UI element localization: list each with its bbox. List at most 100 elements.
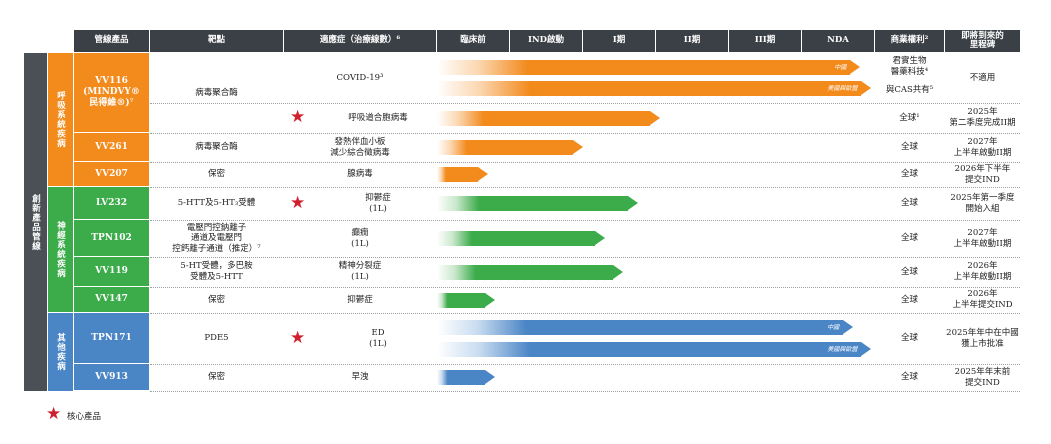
progress-bar <box>437 167 489 182</box>
commercial-rights: 全球 <box>900 142 918 153</box>
indication: 癲癇 (1L) <box>351 227 369 249</box>
indication: 抑鬱症 <box>347 294 373 305</box>
progress-bar-fill <box>437 196 628 211</box>
milestone: 2025年 第二季度完成II期 <box>949 107 1016 128</box>
progress-arrow-icon <box>594 231 605 245</box>
header-ind: IND啟動 <box>510 30 582 52</box>
header-preclinical: 臨床前 <box>437 30 509 52</box>
milestone: 2025年年中在中國 獲上市批准 <box>946 327 1019 349</box>
group-label-respiratory: 呼吸系統疾病 <box>48 53 73 186</box>
progress-bar-fill <box>437 231 595 246</box>
progress-arrow-icon <box>843 320 854 335</box>
progress-bar <box>437 140 583 155</box>
progress-bar-fill <box>437 320 844 336</box>
core-product-star-icon: ★ <box>290 192 306 213</box>
header-phase2: II期 <box>656 30 728 52</box>
milestone: 2026年 上半年啟動II期 <box>953 261 1012 282</box>
product-name: TPN171 <box>74 313 149 364</box>
progress-arrow-icon <box>861 341 872 356</box>
product-name: VV261 <box>74 133 149 162</box>
target: 病毒聚合酶 <box>195 142 238 153</box>
header-nda: NDA <box>802 30 874 52</box>
milestone: 2025年年末前 提交IND <box>954 366 1011 388</box>
core-product-star-icon: ★ <box>290 107 306 127</box>
progress-bar <box>437 110 660 126</box>
commercial-rights: 全球 <box>900 372 918 383</box>
header-phase3: III期 <box>729 30 801 52</box>
milestone: 2027年 上半年啟動II期 <box>953 227 1012 249</box>
row-divider <box>150 391 1020 392</box>
progress-bar: 美國與歐盟 <box>437 341 872 357</box>
product-name: VV116 (MINDVY® 民得維®)⁷ <box>74 53 149 133</box>
indication: 呼吸道合胞病毒 <box>348 112 408 123</box>
progress-arrow-icon <box>861 81 872 95</box>
product-name: VV119 <box>74 257 149 287</box>
progress-arrow-icon <box>850 60 861 74</box>
progress-bar-fill <box>437 60 851 75</box>
commercial-rights: 君實生物 醫藥科技⁴ <box>890 56 929 77</box>
commercial-rights: 全球 <box>900 333 918 344</box>
progress-bar-label: 中國 <box>834 64 847 71</box>
group-label-other: 其他疾病 <box>48 313 73 391</box>
product-name: VV913 <box>74 364 149 391</box>
milestone: 2027年 上半年啟動II期 <box>953 136 1012 158</box>
milestone: 2026年下半年 提交IND <box>954 163 1011 185</box>
progress-arrow-icon <box>485 370 496 384</box>
header-milestone: 即將到來的 里程碑 <box>945 30 1020 52</box>
progress-arrow-icon <box>649 110 660 125</box>
progress-bar-fill <box>437 341 862 357</box>
target: 電壓門控鈉離子 通道及電壓門 控鈣離子通道（推定）⁷ <box>172 222 261 254</box>
indication: COVID-19³ <box>336 72 384 83</box>
header-phase1: I期 <box>583 30 655 52</box>
commercial-rights: 與CAS共有⁵ <box>885 84 934 95</box>
target: 保密 <box>207 372 225 383</box>
header-target: 靶點 <box>150 30 283 52</box>
progress-bar: 中國 <box>437 60 861 75</box>
product-name: LV232 <box>74 187 149 220</box>
progress-bar <box>437 264 624 280</box>
target: 5-HTT及5-HT₃受體 <box>177 198 256 209</box>
progress-bar: 中國 <box>437 320 854 336</box>
product-name: VV207 <box>74 162 149 187</box>
indication: 發熱伴血小板 減少綜合徵病毒 <box>330 136 390 158</box>
progress-bar-fill <box>437 370 486 385</box>
progress-arrow-icon <box>478 167 489 181</box>
target: 5-HT受體，多巴胺 受體及5-HTT <box>180 261 253 282</box>
progress-bar-fill <box>437 140 573 155</box>
progress-bar <box>437 196 638 211</box>
indication: 腺病毒 <box>347 169 373 180</box>
progress-bar-fill <box>437 110 650 126</box>
progress-bar-fill <box>437 167 479 182</box>
milestone: 不適用 <box>969 72 996 83</box>
product-name: TPN102 <box>74 220 149 257</box>
progress-bar-label: 美國與歐盟 <box>827 85 858 92</box>
commercial-rights: 全球 <box>900 233 918 244</box>
indication: 精神分裂症 (1L) <box>338 261 382 282</box>
progress-arrow-icon <box>627 196 638 210</box>
progress-bar-fill <box>437 81 862 96</box>
progress-bar <box>437 292 496 308</box>
progress-bar-fill <box>437 292 486 308</box>
group-label-neuro: 神經系統疾病 <box>48 187 73 312</box>
core-product-star-icon: ★ <box>290 327 306 348</box>
product-name: VV147 <box>74 287 149 313</box>
progress-arrow-icon <box>485 292 496 307</box>
target: 病毒聚合酶 <box>195 87 238 98</box>
legend-label: 核心產品 <box>67 412 102 422</box>
progress-arrow-icon <box>613 264 624 279</box>
progress-bar <box>437 370 496 385</box>
target: 保密 <box>207 169 225 180</box>
indication: ED (1L) <box>369 327 387 349</box>
progress-bar: 美國與歐盟 <box>437 81 872 96</box>
progress-bar-label: 中國 <box>827 324 840 332</box>
commercial-rights: 全球 <box>900 294 918 305</box>
target: PDE5 <box>204 333 229 344</box>
progress-bar-fill <box>437 264 614 280</box>
commercial-rights: 全球 <box>900 198 918 209</box>
indication: 早洩 <box>351 372 369 383</box>
header-indication: 適應症（治療線數）⁶ <box>284 30 436 52</box>
commercial-rights: 全球 <box>900 266 918 277</box>
header-product: 管線產品 <box>74 30 149 52</box>
core-product-star-icon: ★ <box>46 404 62 424</box>
header-rights: 商業權利² <box>875 30 944 52</box>
